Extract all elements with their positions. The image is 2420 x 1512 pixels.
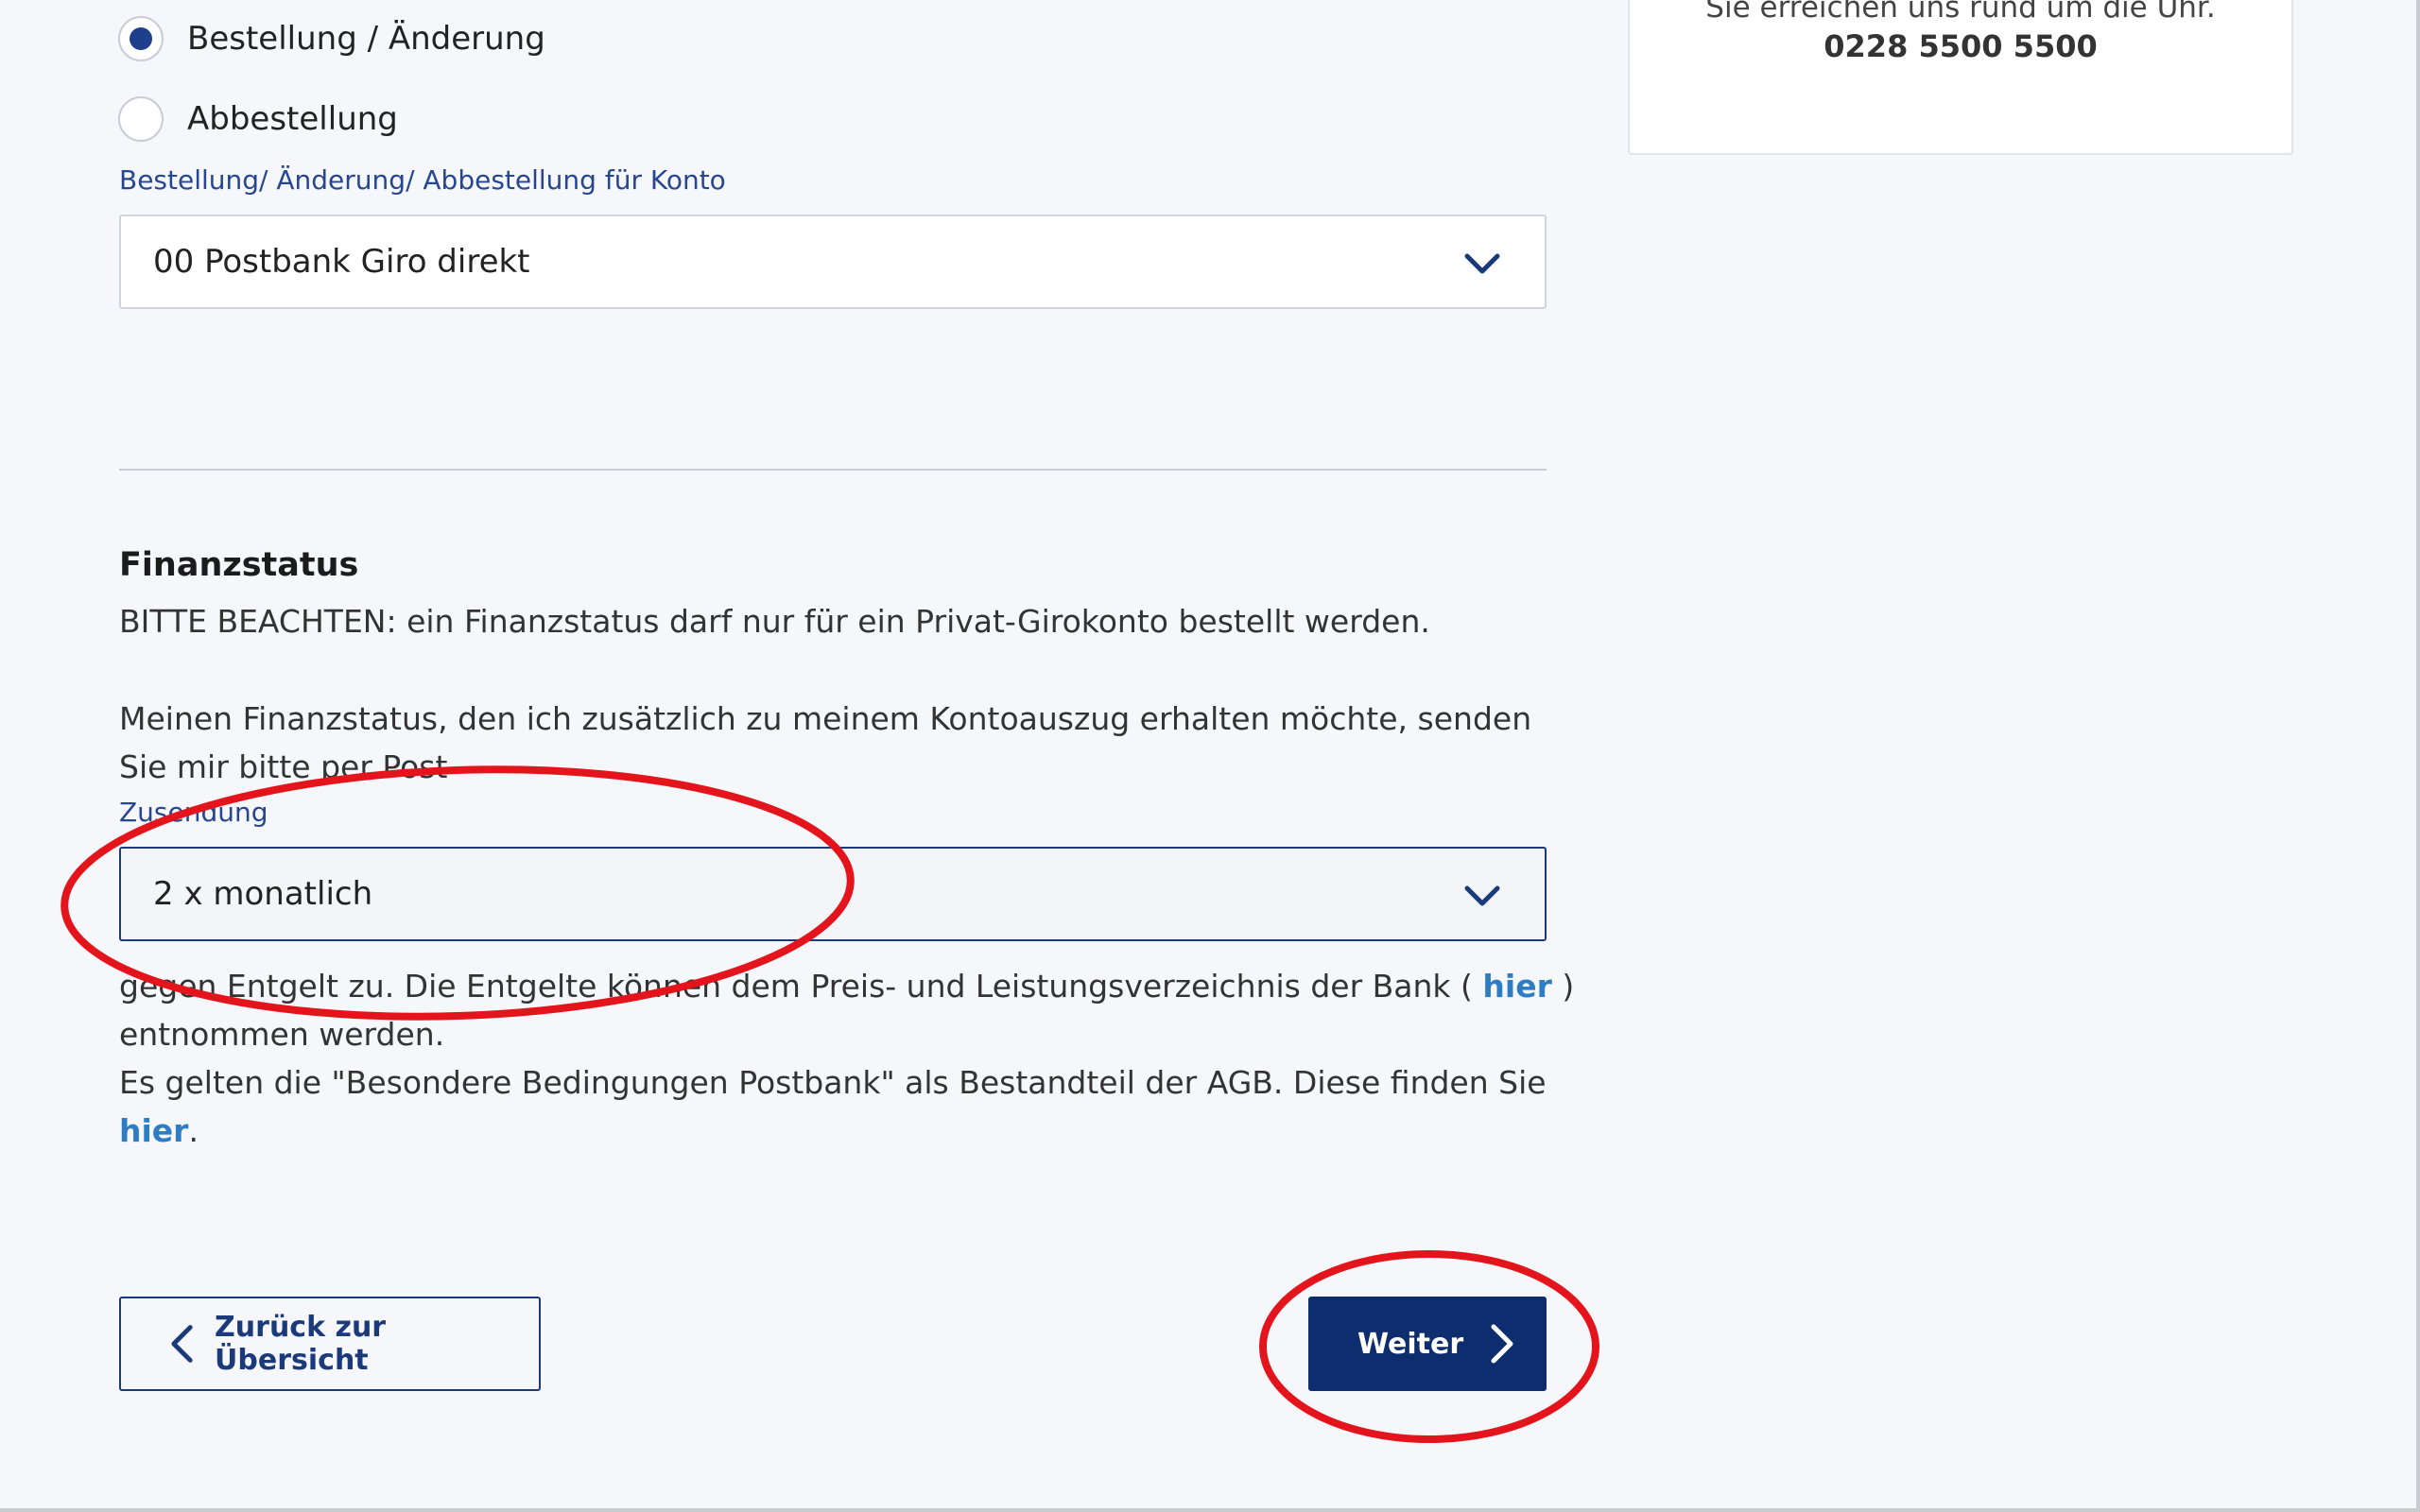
radio-option-abbestellung[interactable]: Abbestellung [118,96,398,142]
terms-link[interactable]: hier [119,1112,188,1149]
terms-paragraph: Es gelten die "Besondere Bedingungen Pos… [119,1058,1594,1155]
chevron-down-icon [1464,885,1500,906]
radio-dot [130,27,152,50]
account-select[interactable]: 00 Postbank Giro direkt [119,215,1547,309]
delivery-field-label: Zusendung [119,797,268,828]
terms-text: Es gelten die "Besondere Bedingungen Pos… [119,1064,1547,1101]
account-select-value: 00 Postbank Giro direkt [153,243,530,281]
help-text: Sie erreichen uns rund um die Uhr. [1705,0,2216,25]
help-phone-number: 0228 5500 5500 [1824,28,2098,64]
radio-button-unselected[interactable] [118,96,164,142]
chevron-left-icon [171,1325,193,1363]
finanzstatus-note: BITTE BEACHTEN: ein Finanzstatus darf nu… [119,603,1430,640]
finanzstatus-heading: Finanzstatus [119,546,359,584]
radio-label-abbestellung: Abbestellung [187,100,398,138]
finanzstatus-intro: Meinen Finanzstatus, den ich zusätzlich … [119,700,1532,785]
terms-end: . [188,1112,199,1149]
section-divider [119,469,1547,471]
back-button-label: Zurück zur Übersicht [215,1311,387,1377]
window-border-right [2416,0,2420,1512]
radio-button-selected[interactable] [118,16,164,61]
next-button-label: Weiter [1357,1327,1464,1361]
fee-text: gegen Entgelt zu. Die Entgelte können de… [119,968,1473,1005]
delivery-select[interactable]: 2 x monatlich [119,847,1547,941]
account-field-label: Bestellung/ Änderung/ Abbestellung für K… [119,164,726,196]
next-button[interactable]: Weiter [1308,1297,1547,1391]
radio-option-bestellung[interactable]: Bestellung / Änderung [118,16,545,61]
fee-paragraph: gegen Entgelt zu. Die Entgelte können de… [119,962,1594,1058]
radio-label-bestellung: Bestellung / Änderung [187,20,545,58]
window-border-bottom [0,1508,2420,1512]
chevron-right-icon [1491,1324,1513,1364]
chevron-down-icon [1464,253,1500,274]
delivery-select-value: 2 x monatlich [153,875,373,913]
help-box: Sie erreichen uns rund um die Uhr. 0228 … [1628,0,2293,155]
back-to-overview-button[interactable]: Zurück zur Übersicht [119,1297,541,1391]
price-list-link[interactable]: hier [1482,968,1551,1005]
